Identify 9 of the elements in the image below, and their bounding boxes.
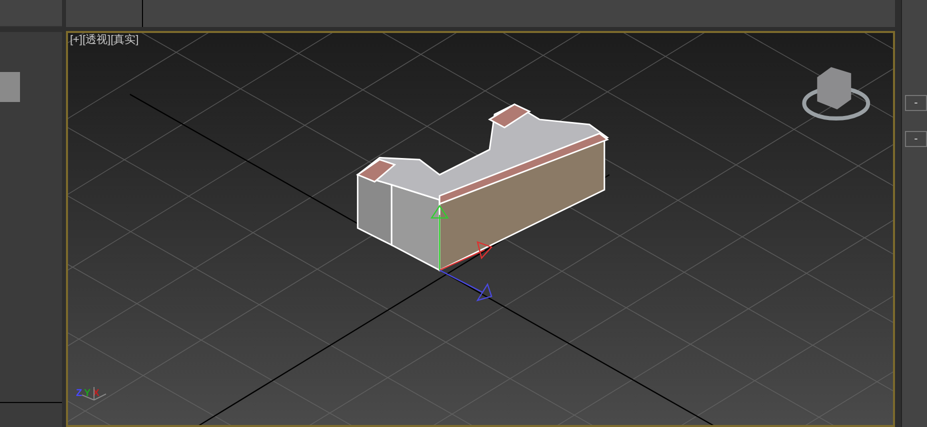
axis-line [0,402,62,403]
view-cube-drawing [802,67,870,120]
axis-label: Y [84,389,91,399]
axis-label: Z [76,389,82,399]
viewport-label[interactable]: [+] [70,35,82,46]
viewport-label[interactable]: [透视] [82,35,111,46]
rollout-toggle[interactable]: - [905,95,927,111]
rollout-toggle[interactable]: - [905,131,927,147]
viewport-label[interactable]: [真实] [110,35,139,46]
